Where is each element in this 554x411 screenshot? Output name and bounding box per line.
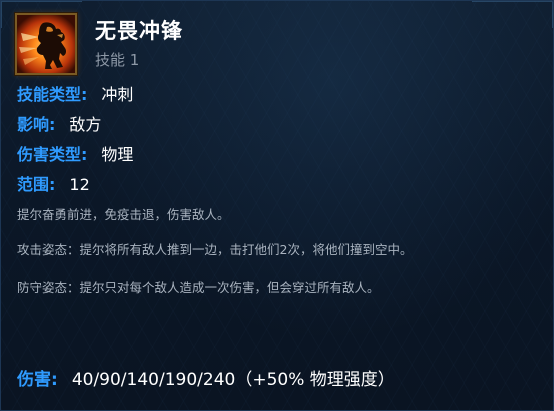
damage-row: 伤害: 40/90/140/190/240（+50% 物理强度） xyxy=(17,365,395,390)
stat-affects: 影响: 敌方 xyxy=(17,111,101,135)
stat-skill-type-value: 冲刺 xyxy=(101,85,134,104)
stat-skill-type: 技能类型: 冲刺 xyxy=(17,81,133,105)
description-attack-stance: 攻击姿态：提尔将所有敌人推到一边，击打他们2次，将他们撞到空中。 xyxy=(17,242,413,257)
stat-range-value: 12 xyxy=(69,175,90,194)
stat-skill-type-label: 技能类型: xyxy=(17,85,88,104)
damage-label: 伤害: xyxy=(17,370,58,390)
damage-value: 40/90/140/190/240（+50% 物理强度） xyxy=(71,370,395,390)
stat-damage-type: 伤害类型: 物理 xyxy=(17,141,133,165)
stat-affects-label: 影响: xyxy=(17,115,56,134)
stat-damage-type-label: 伤害类型: xyxy=(17,145,88,164)
stat-affects-value: 敌方 xyxy=(69,115,102,134)
description-defense-stance: 防守姿态：提尔只对每个敌人造成一次伤害，但会穿过所有敌人。 xyxy=(17,280,380,295)
stat-range: 范围: 12 xyxy=(17,171,90,195)
skill-name: 无畏冲锋 xyxy=(95,19,183,43)
skill-slot: 技能 1 xyxy=(95,51,140,69)
frame-corner-top-right xyxy=(472,1,553,28)
stat-damage-type-value: 物理 xyxy=(101,145,134,164)
charging-warrior-icon xyxy=(15,13,77,75)
description-summary: 提尔奋勇前进，免疫击退，伤害敌人。 xyxy=(17,207,230,222)
skill-tooltip: 无畏冲锋 技能 1 技能类型: 冲刺 影响: 敌方 伤害类型: 物理 范围: 12 提尔… xyxy=(0,0,554,411)
stat-range-label: 范围: xyxy=(17,175,56,194)
